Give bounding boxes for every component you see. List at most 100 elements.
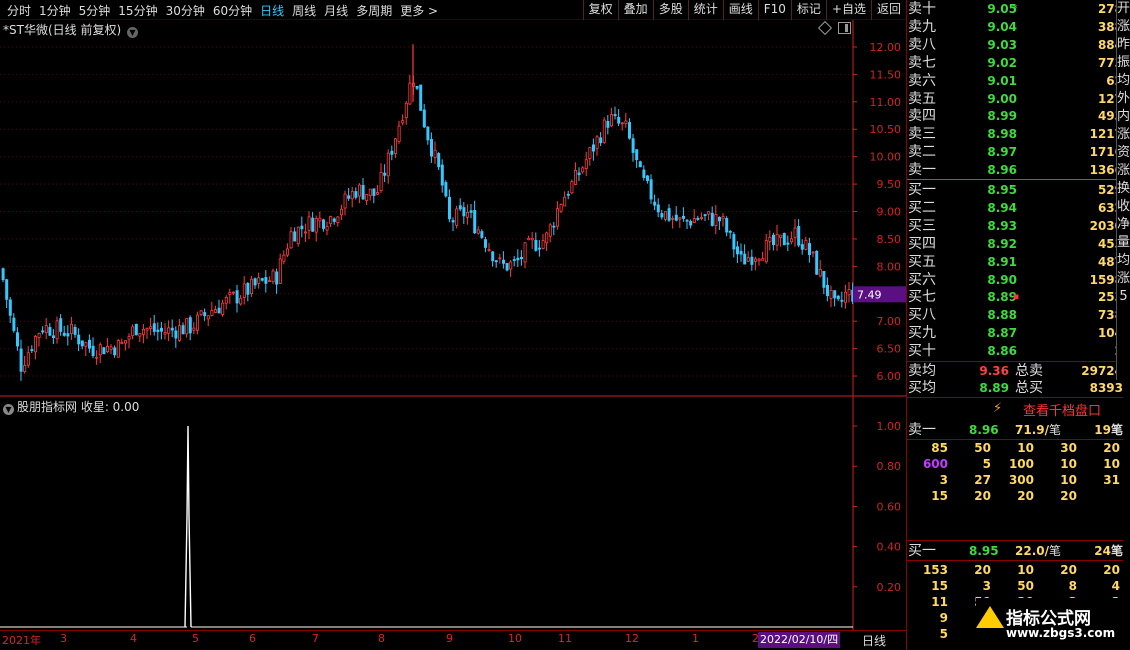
level-label: 卖十 — [908, 1, 936, 17]
toolbar-button-2[interactable]: 多股 — [652, 0, 688, 20]
level-price: 9.01 — [987, 73, 1017, 88]
candle — [476, 226, 480, 235]
candle — [203, 308, 207, 321]
candle — [516, 249, 520, 267]
candle — [195, 311, 199, 335]
period-tab-0[interactable]: 分时 — [3, 1, 35, 19]
candle — [44, 318, 48, 340]
order-book-panel: 卖十 9.05 278 * 卖九 9.04 388 卖八 9.03 884 卖七 9.02 773 卖六 9… — [906, 0, 1130, 650]
chevron-down-icon[interactable]: ▼ — [3, 404, 14, 415]
order-book-row[interactable]: 卖一 8.96 1366 — [907, 161, 1123, 179]
order-book-row[interactable]: 买四 8.92 453 — [907, 235, 1123, 253]
candle — [347, 188, 351, 201]
candle — [732, 231, 736, 258]
queue-average-unit: 笔 — [1049, 423, 1062, 437]
candle — [246, 282, 250, 302]
period-tab-5[interactable]: 60分钟 — [209, 1, 256, 19]
toolbar-button-0[interactable]: 复权 — [582, 0, 618, 20]
candle — [217, 299, 221, 314]
candle — [725, 216, 729, 237]
order-book-row[interactable]: 买一 8.95 529 — [907, 181, 1123, 199]
order-book-row[interactable]: 卖六 9.01 62 — [907, 72, 1123, 90]
candle — [336, 215, 340, 227]
price-axis-label: 6.50 — [877, 343, 902, 356]
period-tab-8[interactable]: 月线 — [320, 1, 352, 19]
toolbar-button-4[interactable]: 画线 — [722, 0, 758, 20]
candle — [231, 291, 235, 296]
order-book-row[interactable]: 买五 8.91 487 — [907, 253, 1123, 271]
order-book-row[interactable]: 卖四 8.99 493 — [907, 107, 1123, 125]
candle — [836, 294, 840, 302]
candle — [728, 229, 732, 239]
summary-row: 买均 8.89 总买 8393 — [907, 379, 1123, 397]
candle — [682, 207, 686, 222]
candle — [433, 141, 437, 164]
candle — [646, 174, 650, 184]
order-book-row[interactable]: 买七 8.89 253 ▪ — [907, 288, 1123, 306]
candle — [113, 345, 117, 358]
candle — [314, 215, 318, 242]
order-book-row[interactable]: 买九 8.87 104 — [907, 324, 1123, 342]
toolbar-button-7[interactable]: +自选 — [825, 0, 871, 20]
summary-divider — [907, 361, 1123, 362]
period-tab-6[interactable]: 日线 — [256, 1, 288, 19]
order-book-row[interactable]: 卖二 8.97 1716 — [907, 143, 1123, 161]
queue-cell: 10 — [1060, 457, 1077, 471]
period-label[interactable]: 日线 — [862, 632, 886, 649]
toolbar-button-6[interactable]: 标记 — [790, 0, 826, 20]
order-book-row[interactable]: 买二 8.94 632 — [907, 199, 1123, 217]
price-axis-label: 9.00 — [877, 206, 902, 219]
candle — [98, 342, 102, 363]
level-label: 卖四 — [908, 108, 936, 125]
watermark-url: www.zbgs3.com — [1006, 626, 1116, 640]
order-book-row[interactable]: 买三 8.93 2030 — [907, 217, 1123, 235]
period-tab-2[interactable]: 5分钟 — [75, 1, 115, 19]
candle — [678, 217, 682, 228]
order-book-row[interactable]: 买十 8.86 2 — [907, 342, 1123, 360]
period-tab-10[interactable]: 更多 > — [396, 1, 442, 19]
order-book-row[interactable]: 卖七 9.02 773 — [907, 54, 1123, 72]
candle — [106, 338, 110, 354]
level-volume: 453 — [1097, 236, 1123, 251]
indicator-title[interactable]: ▼ 股朋指标网 收星: 0.00 — [3, 398, 139, 415]
period-tab-4[interactable]: 30分钟 — [162, 1, 209, 19]
candle — [77, 328, 81, 352]
toolbar-button-3[interactable]: 统计 — [687, 0, 723, 20]
period-tab-9[interactable]: 多周期 — [352, 1, 396, 19]
view-depth-link[interactable]: 查看千档盘口 — [1023, 400, 1101, 419]
date-tick-label: 6 — [249, 632, 256, 645]
period-tab-7[interactable]: 周线 — [288, 1, 320, 19]
order-book-row[interactable]: 卖十 9.05 278 * — [907, 0, 1123, 18]
level-volume: 278 — [1097, 2, 1123, 16]
queue-cell: 10 — [1017, 563, 1034, 577]
level-price: 8.98 — [987, 127, 1017, 142]
order-book-row[interactable]: 卖三 8.98 1217 — [907, 125, 1123, 143]
candle — [437, 152, 441, 170]
candle — [177, 319, 181, 342]
order-book-row[interactable]: 卖五 9.00 127 — [907, 90, 1123, 108]
candle — [199, 310, 203, 317]
candle — [768, 230, 772, 251]
level-volume: 1217 — [1089, 127, 1123, 142]
toolbar-button-5[interactable]: F10 — [757, 0, 791, 20]
candle — [458, 198, 462, 211]
period-tab-1[interactable]: 1分钟 — [35, 1, 75, 19]
toolbar-button-1[interactable]: 叠加 — [617, 0, 653, 20]
order-book-row[interactable]: 买六 8.90 1598 — [907, 271, 1123, 289]
toolbar-button-8[interactable]: 返回 — [870, 0, 906, 20]
candle — [120, 338, 124, 345]
candle — [440, 159, 444, 193]
queue-cell: 20 — [1103, 441, 1120, 455]
candle — [592, 138, 596, 161]
indicator-axis-label: 0.20 — [877, 581, 902, 594]
order-book-row[interactable]: 卖八 9.03 884 — [907, 36, 1123, 54]
last-price-label: 7.49 — [857, 288, 882, 301]
order-book-row[interactable]: 买八 8.88 738 — [907, 306, 1123, 324]
thousand-level-row[interactable]: ⚡ 查看千档盘口 — [907, 398, 1123, 420]
candle — [624, 112, 628, 128]
candle — [829, 285, 833, 308]
order-book-row[interactable]: 卖九 9.04 388 — [907, 18, 1123, 36]
period-tab-3[interactable]: 15分钟 — [114, 1, 161, 19]
level-label: 卖二 — [908, 144, 936, 161]
summary-price: 8.89 — [979, 381, 1009, 395]
